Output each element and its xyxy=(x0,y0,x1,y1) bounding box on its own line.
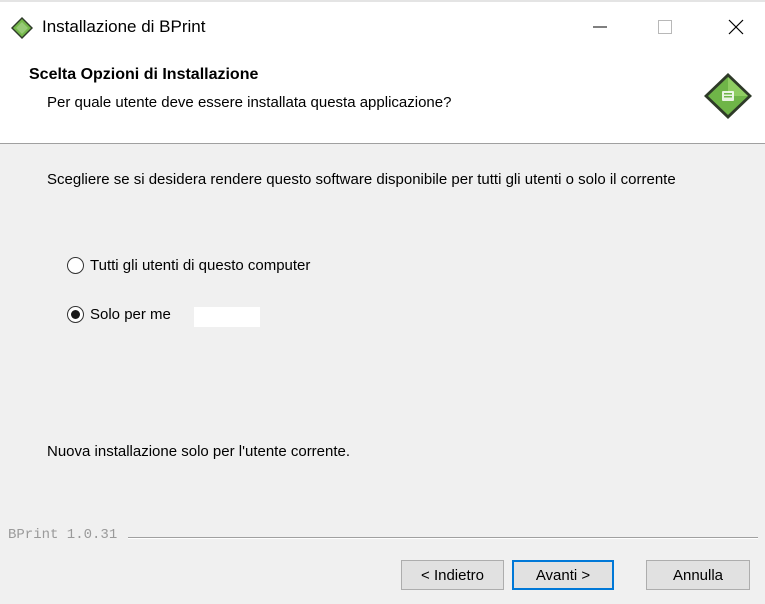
redacted-username xyxy=(194,307,260,327)
wizard-header: Scelta Opzioni di Installazione Per qual… xyxy=(0,50,765,144)
close-button[interactable] xyxy=(713,4,759,50)
minimize-button[interactable] xyxy=(577,4,623,50)
close-icon xyxy=(728,19,744,35)
minimize-icon xyxy=(593,26,607,28)
option-only-me[interactable]: Solo per me xyxy=(67,306,171,323)
page-title: Scelta Opzioni di Installazione xyxy=(29,66,259,83)
instruction-text: Scegliere se si desidera rendere questo … xyxy=(47,171,676,188)
option-all-users[interactable]: Tutti gli utenti di questo computer xyxy=(67,257,310,274)
option-all-users-label: Tutti gli utenti di questo computer xyxy=(90,257,311,274)
page-subtitle: Per quale utente deve essere installata … xyxy=(47,94,452,111)
bprint-logo-icon xyxy=(11,17,33,39)
back-button[interactable]: < Indietro xyxy=(401,560,504,590)
installer-window: Installazione di BPrint Scelta Opzioni d… xyxy=(0,0,765,604)
radio-all-users[interactable] xyxy=(67,257,84,274)
cancel-button[interactable]: Annulla xyxy=(646,560,750,590)
footer-divider xyxy=(128,537,758,539)
maximize-icon xyxy=(658,20,672,34)
radio-only-me[interactable] xyxy=(67,306,84,323)
bprint-header-logo-icon xyxy=(704,73,752,119)
window-title: Installazione di BPrint xyxy=(42,17,206,36)
title-bar[interactable]: Installazione di BPrint xyxy=(0,2,765,50)
maximize-button[interactable] xyxy=(642,4,688,50)
status-text: Nuova installazione solo per l'utente co… xyxy=(47,443,351,460)
option-only-me-label: Solo per me xyxy=(90,306,171,323)
brand-version: BPrint 1.0.31 xyxy=(8,527,118,543)
next-button[interactable]: Avanti > xyxy=(512,560,614,590)
